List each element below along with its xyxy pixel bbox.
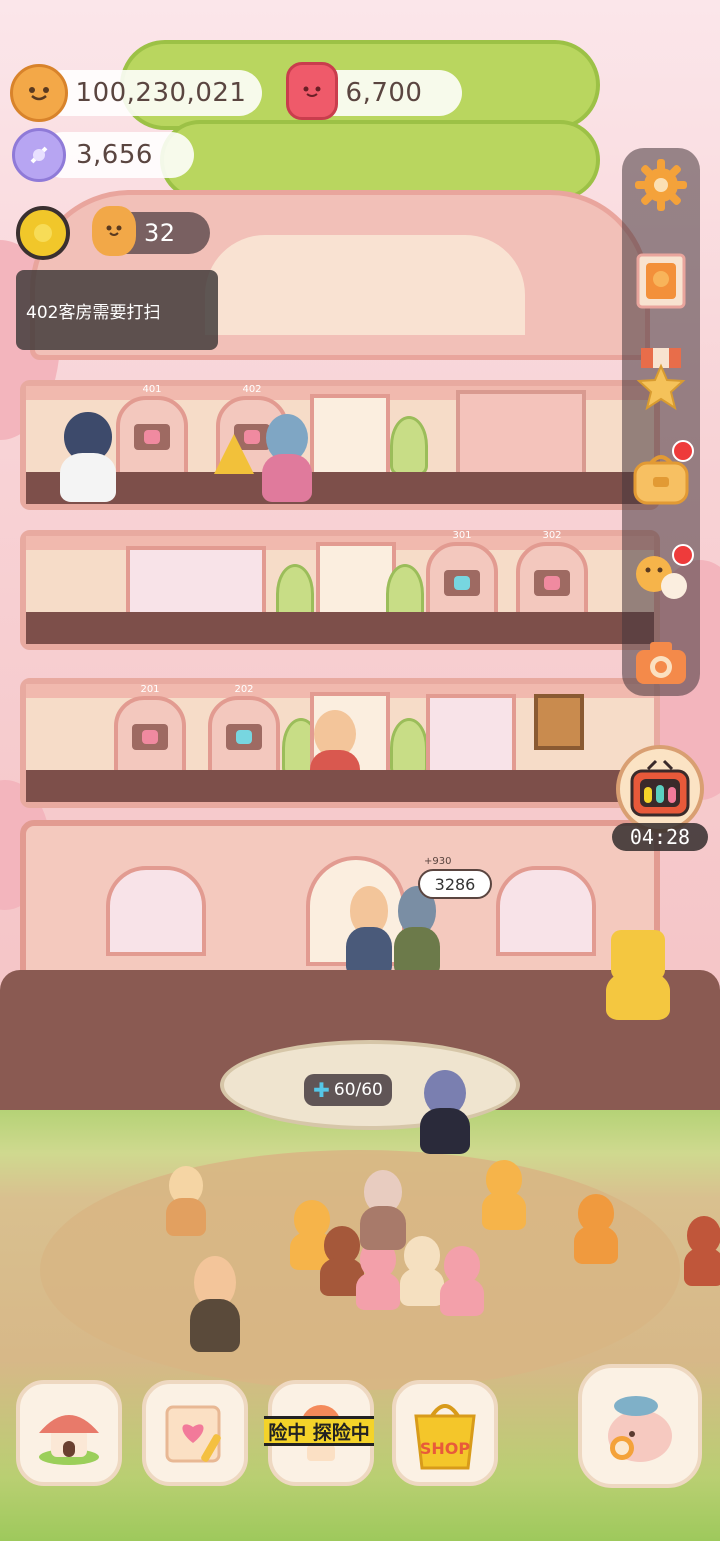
- tv-reward-button[interactable]: 04:28: [612, 745, 708, 851]
- notice-text: 402客房需要打扫: [26, 302, 161, 323]
- room-number: 401: [142, 384, 162, 395]
- energy-plus-icon: ✚: [313, 1078, 330, 1102]
- room-number: 202: [234, 684, 254, 695]
- sun-timer-icon[interactable]: [16, 206, 70, 260]
- side-menu: [622, 148, 700, 696]
- heart-icon: [544, 576, 560, 590]
- floor-deck: [26, 770, 654, 802]
- gem-amount: 6,700: [345, 78, 423, 108]
- room-302-door[interactable]: 302: [516, 530, 588, 622]
- shop-label: SHOP: [420, 1439, 471, 1458]
- medal-icon: [636, 348, 686, 411]
- room-cleaning-notice[interactable]: 402客房需要打扫: [16, 270, 218, 350]
- floor-2: 201 202: [20, 678, 660, 808]
- cookie-staff-icon: [92, 206, 136, 256]
- adventure-tape-text: 险中 探险中: [268, 1421, 370, 1444]
- candy-amount: 3,656: [76, 140, 153, 170]
- floor-4: 401 402: [20, 380, 660, 510]
- cookie-character[interactable]: [574, 1194, 618, 1264]
- explore-button[interactable]: [578, 1364, 702, 1488]
- tv-timer: 04:28: [612, 823, 708, 851]
- guest-character-zombie[interactable]: [394, 886, 440, 976]
- gear-icon: [635, 159, 687, 211]
- friends-notification-dot: [672, 544, 694, 566]
- diary-button[interactable]: [142, 1380, 248, 1486]
- attic-room[interactable]: [205, 235, 525, 335]
- shop-bag-icon: SHOP: [414, 1404, 476, 1470]
- notebook-icon: [165, 1405, 221, 1463]
- stamp-button[interactable]: [630, 250, 692, 312]
- floor-deck: [26, 612, 654, 644]
- bag-notification-dot: [672, 440, 694, 462]
- floor-3: 301 302: [20, 530, 660, 650]
- ruby-jelly-icon: [286, 62, 338, 120]
- fish-clock-icon: [608, 1396, 672, 1462]
- cookie-coin-icon: [10, 64, 68, 122]
- cookie-crowd[interactable]: [290, 1150, 490, 1316]
- room-number: 302: [542, 530, 562, 541]
- payment-value: 3286: [434, 874, 476, 894]
- guest-character-bandana[interactable]: [190, 1256, 240, 1352]
- heart-icon: [244, 430, 260, 444]
- tv-reward-circle: [616, 745, 704, 833]
- cookie-amount: 100,230,021: [75, 78, 247, 108]
- spa-entrance[interactable]: [426, 694, 516, 774]
- lobby-shop-right[interactable]: [496, 866, 596, 956]
- heart-icon: [144, 430, 160, 444]
- guest-payment-bubble[interactable]: 3286: [418, 869, 492, 899]
- cookie-character[interactable]: [684, 1216, 720, 1286]
- room-number: 402: [242, 384, 262, 395]
- locked-room-cover[interactable]: [456, 390, 586, 480]
- guest-character-top-hat[interactable]: [420, 1070, 470, 1154]
- guest-character-pink-hair[interactable]: [262, 414, 312, 502]
- floor-deck: [26, 472, 654, 504]
- mushroom-house-icon: [39, 1415, 99, 1465]
- adventure-in-progress-tape: 险中 探险中: [264, 1416, 374, 1446]
- heart-icon: [454, 576, 470, 590]
- potted-plant: [390, 718, 428, 778]
- potted-plant: [390, 416, 428, 476]
- room-number: 301: [452, 530, 472, 541]
- camera-button[interactable]: [630, 632, 692, 694]
- staff-amount: 32: [144, 219, 176, 247]
- tv-icon: [630, 759, 690, 817]
- build-house-button[interactable]: [16, 1380, 122, 1486]
- room-number: 201: [140, 684, 160, 695]
- guest-character-old-man[interactable]: [346, 886, 392, 976]
- payment-bonus: +930: [424, 856, 452, 867]
- settings-button[interactable]: [630, 154, 692, 216]
- stamp-icon: [636, 253, 686, 309]
- tree-canopy-mid: [160, 120, 600, 200]
- energy-counter[interactable]: ✚ 60/60: [304, 1074, 392, 1106]
- room-201-door[interactable]: 201: [114, 684, 186, 776]
- candy-icon: [12, 128, 66, 182]
- camera-icon: [636, 642, 686, 684]
- shop-button[interactable]: SHOP: [392, 1380, 498, 1486]
- medal-button[interactable]: [630, 348, 692, 412]
- picture-frame: [534, 694, 584, 750]
- guest-character-sponge[interactable]: [606, 930, 670, 1020]
- heart-icon: [142, 730, 158, 744]
- room-301-door[interactable]: 301: [426, 530, 498, 622]
- energy-value: 60/60: [333, 1080, 383, 1100]
- cookie-character-sunglasses[interactable]: [166, 1166, 206, 1236]
- room-401-door[interactable]: 401: [116, 384, 188, 476]
- lobby-shop-left[interactable]: [106, 866, 206, 956]
- room-202-door[interactable]: 202: [208, 684, 280, 776]
- guest-character-sunglasses[interactable]: [60, 412, 116, 502]
- heart-icon: [236, 730, 252, 744]
- cookie-currency-counter[interactable]: 100,230,021: [40, 70, 262, 116]
